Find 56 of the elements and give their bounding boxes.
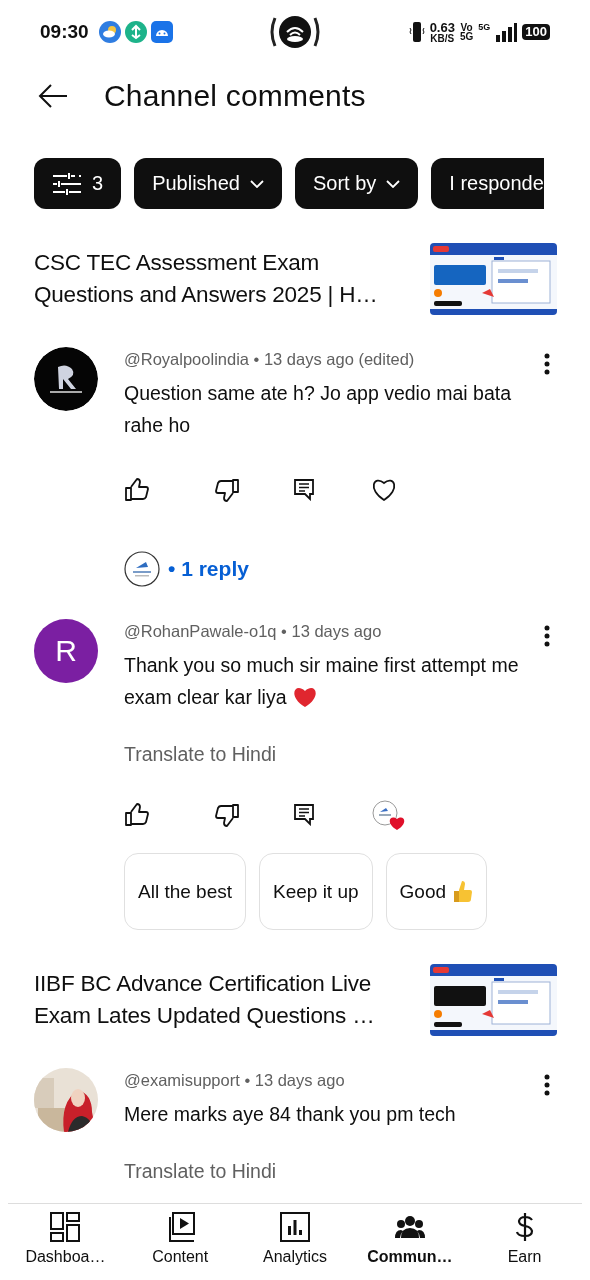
dropdown-chip[interactable]: Published [134, 158, 282, 209]
translate-link[interactable]: Translate to Hindi [124, 743, 277, 766]
bar-chart-icon [280, 1212, 310, 1242]
video-title[interactable]: IIBF BC Advance Certification Live Exam Lates Updated Questions … [34, 968, 424, 1032]
battery-level: 100 [522, 24, 550, 40]
filter-chip[interactable]: I responde [431, 158, 544, 209]
thumbs-down-icon[interactable] [214, 478, 240, 502]
thumbs-down-icon[interactable] [214, 803, 240, 827]
nav-tab[interactable]: Content [122, 1212, 238, 1280]
replies-link[interactable]: • 1 reply [168, 557, 249, 581]
translate-link[interactable]: Translate to Hindi [124, 1160, 277, 1183]
comment-text: Mere marks aye 84 thank you pm tech [124, 1102, 457, 1127]
avatar[interactable]: R [34, 619, 98, 683]
comment-text: Thank you so much sir maine first attempt me exam clear kar liya [124, 653, 520, 710]
dashboard-icon [50, 1212, 81, 1242]
page-title: Channel comments [104, 79, 366, 113]
heart-icon [292, 686, 317, 708]
quick-reply-chip[interactable]: All the best [124, 853, 246, 930]
more-icon[interactable] [544, 625, 550, 647]
quick-reply-chip[interactable]: Good [385, 853, 488, 930]
comment-icon[interactable] [294, 479, 314, 501]
app-icon [124, 21, 147, 43]
thumbs-up-icon[interactable] [124, 803, 150, 827]
creator-heart-icon[interactable] [371, 799, 407, 831]
volte-label: 5G [459, 32, 474, 41]
comment-meta: @RohanPawale-o1q • 13 days ago [124, 622, 382, 641]
speed-unit: KB/S [430, 33, 455, 43]
nav-tab[interactable]: Earn [467, 1212, 582, 1280]
nav-tab[interactable]: Analytics [237, 1212, 353, 1280]
vibrate-icon [408, 20, 425, 44]
sliders-icon [52, 171, 82, 196]
comment-meta: @examisupport • 13 days ago [124, 1071, 345, 1090]
more-icon[interactable] [544, 353, 550, 375]
heart-outline-icon[interactable] [371, 478, 397, 502]
comment-meta: @Royalpoolindia • 13 days ago (edited) [124, 350, 415, 369]
comment-text: Question same ate h? Jo app vedio mai bata rahe ho [124, 381, 512, 438]
back-arrow-icon[interactable] [38, 84, 68, 108]
quick-reply-chip[interactable]: Keep it up [259, 853, 373, 930]
nav-tab[interactable]: Dashboa… [8, 1212, 123, 1280]
weather-icon [98, 21, 121, 43]
volte-label: Vo [460, 23, 473, 32]
network-speed: 0.63 [429, 21, 455, 34]
signal-icon [495, 22, 518, 42]
chevron-down-icon [386, 179, 401, 188]
comment-icon[interactable] [294, 804, 314, 826]
thumbs-up-icon [451, 879, 474, 904]
filter-chip[interactable]: 3 [34, 158, 122, 209]
dropdown-chip[interactable]: Sort by [294, 158, 419, 209]
more-icon[interactable] [544, 1074, 550, 1096]
video-title[interactable]: CSC TEC Assessment Exam Questions and Answers 2025 | H… [34, 247, 424, 311]
network-type: 5G [478, 22, 491, 32]
clock: 09:30 [40, 21, 89, 43]
nav-tab[interactable]: Commun… [352, 1212, 468, 1280]
chevron-down-icon [249, 179, 264, 188]
android-icon [150, 21, 173, 43]
thumbs-up-icon[interactable] [124, 478, 150, 502]
